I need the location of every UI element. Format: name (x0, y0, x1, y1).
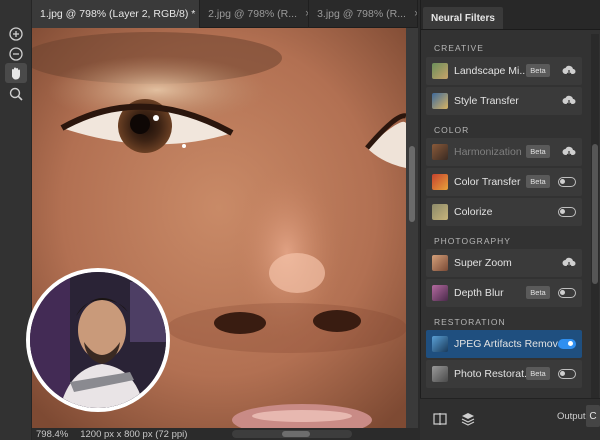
compare-icon[interactable] (432, 411, 448, 427)
filter-label: Super Zoom (454, 257, 512, 269)
filter-label: Style Transfer (454, 95, 519, 107)
zoom-level[interactable]: 798.4% (32, 429, 74, 440)
filter-label: Landscape Mi... (454, 65, 529, 77)
canvas-vertical-scrollbar[interactable] (406, 28, 418, 428)
hand-icon[interactable] (5, 63, 27, 83)
document-dimensions: 1200 px x 800 px (72 ppi) (80, 428, 188, 440)
zoom-in-icon[interactable] (5, 24, 27, 44)
tab-label: 1.jpg @ 798% (Layer 2, RGB/8) * (40, 8, 196, 20)
filter-depth-blur[interactable]: Depth Blur Beta (426, 279, 582, 307)
beta-badge: Beta (526, 367, 550, 380)
tab-label: 3.jpg @ 798% (R... (317, 8, 406, 20)
beta-badge: Beta (526, 64, 550, 77)
filter-harmonization[interactable]: Harmonization Beta (426, 138, 582, 166)
panel-scrollbar[interactable] (591, 34, 599, 406)
cloud-download-icon[interactable] (562, 146, 576, 158)
filter-label: Color Transfer (454, 176, 521, 188)
filter-color-transfer[interactable]: Color Transfer Beta (426, 168, 582, 196)
filter-label: Harmonization (454, 146, 522, 158)
beta-badge: Beta (526, 286, 550, 299)
output-dropdown[interactable]: C (586, 405, 600, 427)
section-title-color: COLOR (434, 125, 470, 135)
color-transfer-toggle[interactable] (558, 177, 576, 187)
beta-badge: Beta (526, 145, 550, 158)
filter-label: Depth Blur (454, 287, 504, 299)
filter-label: Photo Restorat... (454, 368, 533, 380)
colorize-toggle[interactable] (558, 207, 576, 217)
color-transfer-thumbnail-icon (432, 174, 448, 190)
document-tab-3[interactable]: 3.jpg @ 798% (R... × (309, 0, 419, 28)
section-title-restoration: RESTORATION (434, 317, 506, 327)
harmonization-thumbnail-icon (432, 144, 448, 160)
filter-label: Colorize (454, 206, 493, 218)
section-title-creative: CREATIVE (434, 43, 484, 53)
tools-panel (0, 0, 32, 440)
beta-badge: Beta (526, 175, 550, 188)
photo-restoration-toggle[interactable] (558, 369, 576, 379)
panel-footer: Output C (420, 398, 600, 440)
cloud-download-icon[interactable] (562, 257, 576, 269)
filter-super-zoom[interactable]: Super Zoom (426, 249, 582, 277)
tab-label: 2.jpg @ 798% (R... (208, 8, 298, 20)
search-icon[interactable] (5, 84, 27, 104)
jpeg-artifacts-thumbnail-icon (432, 336, 448, 352)
canvas-horizontal-scrollbar[interactable] (232, 430, 352, 438)
landscape-thumbnail-icon (432, 63, 448, 79)
panel-tabbar: Neural Filters (421, 0, 600, 30)
document-tab-2[interactable]: 2.jpg @ 798% (R... × (200, 0, 310, 28)
filter-landscape-mixer[interactable]: Landscape Mi... Beta (426, 57, 582, 85)
filter-label: JPEG Artifacts Removal (454, 338, 567, 350)
tab-neural-filters[interactable]: Neural Filters (423, 7, 503, 29)
output-label: Output (557, 411, 586, 422)
jpeg-artifacts-toggle[interactable] (558, 339, 576, 349)
photo-restoration-thumbnail-icon (432, 366, 448, 382)
presenter-avatar (26, 268, 170, 412)
layers-icon[interactable] (460, 411, 476, 427)
style-transfer-thumbnail-icon (432, 93, 448, 109)
cloud-download-icon[interactable] (562, 65, 576, 77)
cloud-download-icon[interactable] (562, 95, 576, 107)
depth-blur-thumbnail-icon (432, 285, 448, 301)
document-tabs: 1.jpg @ 798% (Layer 2, RGB/8) * × 2.jpg … (32, 0, 419, 28)
document-tab-1[interactable]: 1.jpg @ 798% (Layer 2, RGB/8) * × (32, 0, 201, 28)
zoom-out-icon[interactable] (5, 44, 27, 64)
colorize-thumbnail-icon (432, 204, 448, 220)
filter-photo-restoration[interactable]: Photo Restorat... Beta (426, 360, 582, 388)
filter-style-transfer[interactable]: Style Transfer (426, 87, 582, 115)
depth-blur-toggle[interactable] (558, 288, 576, 298)
filter-colorize[interactable]: Colorize (426, 198, 582, 226)
status-bar: 798.4% 1200 px x 800 px (72 ppi) (32, 428, 418, 440)
super-zoom-thumbnail-icon (432, 255, 448, 271)
section-title-photography: PHOTOGRAPHY (434, 236, 511, 246)
close-icon[interactable]: × (414, 8, 417, 20)
filter-jpeg-artifacts-removal[interactable]: JPEG Artifacts Removal (426, 330, 582, 358)
